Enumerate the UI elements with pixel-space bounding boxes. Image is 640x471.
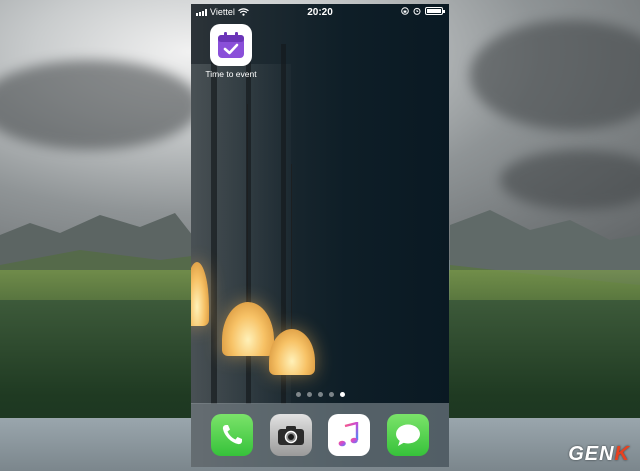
lamp-wire — [291, 164, 292, 334]
watermark-text: GEN — [568, 443, 615, 465]
dock-app-messages[interactable] — [386, 414, 429, 456]
calendar-check-icon — [218, 32, 244, 58]
lamp-wire — [247, 104, 248, 304]
app-time-to-event[interactable]: Time to event — [201, 24, 261, 79]
app-label: Time to event — [205, 69, 257, 79]
page-dot[interactable] — [328, 392, 334, 397]
phone-icon — [223, 425, 243, 445]
alarm-clock-icon — [413, 7, 421, 15]
dock-app-camera[interactable] — [269, 414, 312, 456]
page-dot[interactable] — [295, 392, 301, 397]
genk-watermark-logo: GENK — [568, 443, 630, 466]
message-bubble-icon — [395, 424, 420, 446]
battery-level — [427, 9, 441, 13]
battery-icon — [425, 7, 445, 15]
page-indicator[interactable] — [191, 392, 449, 397]
page-dot[interactable] — [306, 392, 312, 397]
app-icon[interactable] — [210, 24, 252, 66]
watermark-accent-letter: K — [614, 443, 630, 465]
page-dot[interactable] — [317, 392, 323, 397]
dock-app-music[interactable] — [328, 414, 371, 456]
rotation-lock-icon — [401, 7, 409, 15]
dock — [191, 403, 449, 467]
music-note-icon — [338, 422, 359, 447]
status-icons — [401, 7, 445, 15]
camera-icon — [277, 426, 304, 445]
phone-screen: Viettel 20:20 Time to event — [191, 4, 449, 467]
status-bar: Viettel 20:20 — [191, 4, 449, 21]
page-dot-active[interactable] — [339, 392, 345, 397]
wallpaper-window-frame — [211, 44, 217, 404]
dock-app-phone[interactable] — [211, 414, 254, 456]
